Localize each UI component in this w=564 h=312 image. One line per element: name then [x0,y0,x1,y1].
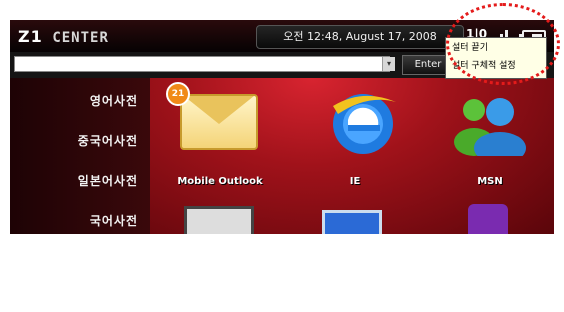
highlight-circle-annotation [446,3,560,85]
dictionary-sidebar: 영어사전 중국어사전 일본어사전 국어사전 [10,78,150,234]
tile-mobile-outlook[interactable]: 21 Mobile Outlook [150,78,290,198]
tile-label-mobile-outlook: Mobile Outlook [177,176,263,187]
envelope-icon [180,94,258,150]
app-logo: Z1 CENTER [18,27,109,46]
partial-app-icon[interactable] [184,206,254,234]
tile-label-ie: IE [349,176,361,187]
sidebar-item-korean-dictionary[interactable]: 국어사전 [90,212,138,229]
datetime-display[interactable]: 오전 12:48, August 17, 2008 [256,25,464,49]
address-dropdown-button[interactable]: ▾ [382,57,395,71]
tile-ie[interactable]: IE [290,78,420,198]
logo-sub: CENTER [52,30,109,46]
tile-label-msn: MSN [477,176,503,187]
partial-app-icon[interactable] [322,210,382,234]
sidebar-item-chinese-dictionary[interactable]: 중국어사전 [78,132,138,149]
address-input[interactable] [14,56,390,72]
tile-msn[interactable]: MSN [420,78,554,198]
app-launcher-grid: 21 Mobile Outlook IE MSN [150,78,554,234]
partial-app-icon[interactable] [468,204,508,234]
logo-main: Z1 [18,27,43,46]
sidebar-item-japanese-dictionary[interactable]: 일본어사전 [78,172,138,189]
msn-messenger-icon [454,98,526,156]
unread-count-badge: 21 [166,82,190,106]
internet-explorer-icon [333,94,396,154]
sidebar-item-english-dictionary[interactable]: 영어사전 [90,92,138,109]
